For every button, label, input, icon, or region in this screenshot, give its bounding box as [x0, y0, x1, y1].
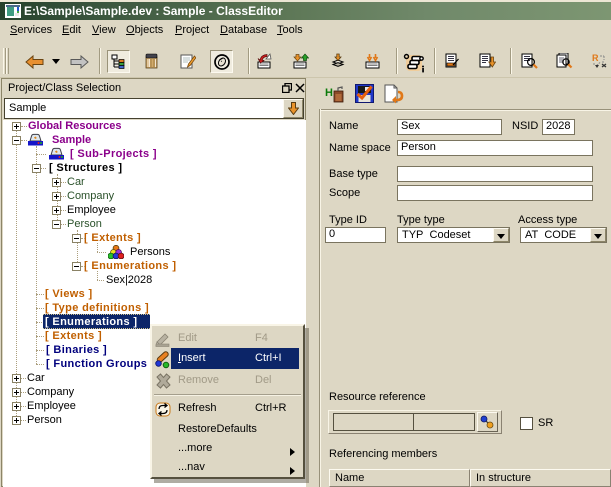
svg-text:R: R — [592, 53, 599, 63]
svg-text:H: H — [325, 87, 333, 99]
